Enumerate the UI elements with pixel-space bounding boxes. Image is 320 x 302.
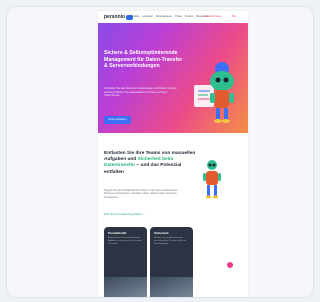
logo[interactable]: personio [104, 14, 134, 20]
feature-card-text: Automatisieren Sie wiederkehrende Aufgab… [108, 237, 142, 245]
nav-menu: Produkt Lösungen Personalwesen Preise Ku… [131, 15, 209, 19]
screenshot-frame: personio Produkt Lösungen Personalwesen … [6, 6, 314, 298]
nav-item-kunden[interactable]: Kunden [185, 15, 193, 19]
section-link[interactable]: Mehr über Automatisierung erfahren → [104, 213, 194, 216]
section-description: Steigern Sie die Produktivität Ihrer Tea… [104, 189, 178, 199]
trial-link[interactable]: Kostenlos testen [204, 15, 222, 18]
robot-mascot-icon [203, 160, 221, 199]
section-title: Entlasten Sie Ihre Teams von manuellen A… [104, 151, 196, 176]
feature-card-title: Produktivität [108, 231, 127, 235]
feature-card-image [104, 277, 147, 297]
webpage: personio Produkt Lösungen Personalwesen … [98, 11, 248, 297]
hero-description: Verbinden Sie alle Systeme, Anwendungen … [104, 87, 177, 98]
feature-card-text: Schützen Sie sensible Daten mit verschlü… [154, 237, 187, 245]
feature-card-title: Sicherheit [154, 231, 169, 235]
nav-item-loesungen[interactable]: Lösungen [142, 15, 153, 19]
logo-text: personio [104, 14, 126, 20]
top-nav: personio Produkt Lösungen Personalwesen … [98, 11, 248, 23]
hero-banner: Sichere & Selbstoptimierende Management … [98, 23, 248, 133]
chat-widget-icon[interactable] [227, 262, 233, 268]
language-switch[interactable]: DE [232, 15, 235, 18]
nav-item-preise[interactable]: Preise [175, 15, 182, 19]
robot-illustration-icon [194, 62, 234, 123]
feature-card[interactable]: Produktivität Automatisieren Sie wiederk… [104, 227, 147, 297]
nav-item-produkt[interactable]: Produkt [131, 15, 139, 19]
nav-item-personalwesen[interactable]: Personalwesen [156, 15, 172, 19]
demo-button[interactable]: Demo anfragen [104, 116, 131, 124]
feature-card[interactable]: Sicherheit Schützen Sie sensible Daten m… [150, 227, 193, 297]
hero-title: Sichere & Selbstoptimierende Management … [104, 50, 183, 70]
feature-card-image [150, 277, 193, 297]
